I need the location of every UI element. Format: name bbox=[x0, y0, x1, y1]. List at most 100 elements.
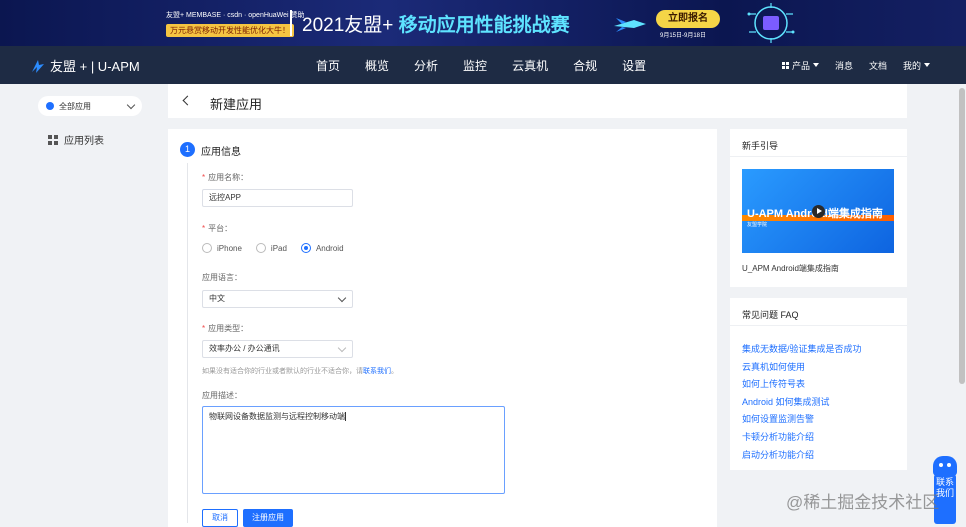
nav-compliance[interactable]: 合规 bbox=[561, 46, 609, 84]
mine-menu[interactable]: 我的 bbox=[903, 59, 931, 72]
divider bbox=[730, 325, 907, 326]
products-label: 产品 bbox=[792, 60, 811, 71]
faq-card: 常见问题 FAQ 集成无数据/验证集成是否成功 云真机如何使用 如何上传符号表 … bbox=[730, 298, 907, 470]
sidebar-item-app-list[interactable]: 应用列表 bbox=[48, 132, 104, 147]
platform-label: * 平台： bbox=[202, 224, 233, 233]
brand[interactable]: 友盟 + | U-APM bbox=[30, 56, 140, 75]
app-grid-icon bbox=[48, 134, 58, 145]
description-label: 应用描述： bbox=[202, 391, 242, 400]
app-name-input[interactable]: 远控APP bbox=[202, 189, 353, 207]
app-type-label: * 应用类型： bbox=[202, 324, 249, 333]
caret-down-icon bbox=[813, 63, 820, 67]
chevron-down-icon bbox=[337, 293, 347, 303]
app-info-form: 1 应用信息 * 应用名称： 远控APP * 平台： iPhone iPad And… bbox=[168, 129, 717, 527]
radio-label: Android bbox=[315, 243, 344, 253]
guide-video-thumbnail[interactable]: U-APM Android端集成指南 友盟学院 bbox=[742, 169, 894, 253]
chevron-down-icon bbox=[126, 100, 136, 109]
description-textarea[interactable]: 物联网设备数据监测与远程控制移动端 bbox=[202, 406, 505, 494]
app-name-label: * 应用名称： bbox=[202, 173, 249, 182]
contact-us-link[interactable]: 联系我们 bbox=[363, 368, 391, 375]
scrollbar-thumb[interactable] bbox=[959, 88, 965, 384]
guide-title: 新手引导 bbox=[742, 141, 779, 151]
faq-link[interactable]: 启动分析功能介绍 bbox=[742, 447, 862, 465]
mine-label: 我的 bbox=[903, 60, 922, 71]
promo-banner[interactable]: 友盟+ MEMBASE · csdn · openHuaWei 赞助 万元悬赏移… bbox=[0, 0, 966, 46]
radio-circle bbox=[255, 243, 266, 253]
faq-link[interactable]: 集成无数据/验证集成是否成功 bbox=[742, 341, 862, 359]
faq-link[interactable]: 如何上传符号表 bbox=[742, 376, 862, 394]
robot-eye bbox=[947, 463, 951, 467]
docs-link[interactable]: 文档 bbox=[869, 59, 887, 72]
page-title: 新建应用 bbox=[210, 97, 263, 112]
play-icon[interactable] bbox=[812, 205, 825, 218]
step-number: 1 bbox=[180, 142, 195, 157]
products-menu[interactable]: 产品 bbox=[782, 59, 820, 72]
sidebar: 全部应用 应用列表 bbox=[0, 84, 156, 527]
video-subtitle: 友盟学院 bbox=[747, 222, 768, 228]
banner-date: 9月15日-9月18日 bbox=[660, 33, 707, 39]
faq-title: 常见问题 FAQ bbox=[742, 310, 799, 320]
register-app-button[interactable]: 注册应用 bbox=[243, 509, 293, 527]
brand-name: 友盟 + | U-APM bbox=[50, 59, 140, 74]
top-navigation: 友盟 + | U-APM 首页 概览 分析 监控 云真机 合规 设置 产品 消息… bbox=[0, 46, 966, 84]
circuit-brain-icon bbox=[747, 3, 795, 43]
required-mark: * bbox=[202, 224, 206, 233]
platform-radio-group: iPhone iPad Android bbox=[202, 243, 344, 253]
nav-analysis[interactable]: 分析 bbox=[402, 46, 450, 84]
chevron-down-icon bbox=[337, 343, 347, 353]
banner-sponsor-logos: 友盟+ MEMBASE · csdn · openHuaWei 赞助 bbox=[166, 12, 305, 19]
rocket-icon bbox=[614, 18, 646, 32]
step-title: 应用信息 bbox=[201, 147, 241, 158]
radio-label: iPad bbox=[270, 243, 287, 253]
nav-right: 产品 消息 文档 我的 bbox=[782, 46, 946, 84]
divider bbox=[730, 156, 907, 157]
nav-monitor[interactable]: 监控 bbox=[451, 46, 499, 84]
required-mark: * bbox=[202, 324, 206, 333]
sidebar-item-label: 应用列表 bbox=[64, 136, 104, 147]
faq-link[interactable]: 卡顿分析功能介绍 bbox=[742, 429, 862, 447]
back-arrow-icon[interactable] bbox=[182, 95, 193, 106]
page-header: 新建应用 bbox=[168, 84, 907, 118]
app-selector[interactable]: 全部应用 bbox=[38, 96, 142, 116]
main-nav: 首页 概览 分析 监控 云真机 合规 设置 bbox=[304, 46, 659, 84]
description-text: 物联网设备数据监测与远程控制移动端 bbox=[209, 412, 345, 421]
required-mark: * bbox=[202, 173, 206, 182]
grid-icon bbox=[782, 61, 789, 69]
industry-hint: 如果没有适合你的行业或者默认的行业不适合你，请联系我们。 bbox=[202, 368, 398, 375]
app-dot-icon bbox=[46, 102, 54, 110]
platform-radio-android[interactable]: Android bbox=[300, 243, 344, 253]
platform-radio-ipad[interactable]: iPad bbox=[255, 243, 287, 253]
faq-link[interactable]: 云真机如何使用 bbox=[742, 359, 862, 377]
banner-title: 2021友盟+ 移动应用性能挑战赛 bbox=[302, 15, 570, 36]
nav-overview[interactable]: 概览 bbox=[353, 46, 401, 84]
app-type-select[interactable]: 效率办公 / 办公通讯 bbox=[202, 340, 353, 358]
banner-tagline: 万元悬赏移动开发性能优化大牛！ bbox=[166, 24, 294, 37]
app-selector-value: 全部应用 bbox=[59, 101, 91, 111]
radio-circle bbox=[202, 243, 212, 253]
robot-eye bbox=[939, 463, 943, 467]
umeng-logo-icon bbox=[32, 59, 44, 73]
radio-label: iPhone bbox=[217, 243, 242, 253]
banner-divider bbox=[290, 10, 292, 36]
faq-list: 集成无数据/验证集成是否成功 云真机如何使用 如何上传符号表 Android 如… bbox=[742, 341, 862, 464]
robot-icon bbox=[933, 456, 957, 476]
language-select-value: 中文 bbox=[209, 294, 225, 303]
nav-cloud-device[interactable]: 云真机 bbox=[500, 46, 560, 84]
platform-radio-iphone[interactable]: iPhone bbox=[202, 243, 242, 253]
radio-circle bbox=[300, 243, 311, 253]
nav-settings[interactable]: 设置 bbox=[610, 46, 658, 84]
caret-down-icon bbox=[924, 63, 931, 67]
app-type-select-value: 效率办公 / 办公通讯 bbox=[209, 344, 280, 353]
text-cursor bbox=[345, 412, 346, 422]
cancel-button[interactable]: 取消 bbox=[202, 509, 238, 527]
beginner-guide-card: 新手引导 U-APM Android端集成指南 友盟学院 U_APM Andro… bbox=[730, 129, 907, 287]
faq-link[interactable]: 如何设置监测告警 bbox=[742, 411, 862, 429]
messages-link[interactable]: 消息 bbox=[835, 59, 853, 72]
video-caption[interactable]: U_APM Android端集成指南 bbox=[742, 263, 839, 274]
step-line bbox=[187, 163, 188, 523]
language-select[interactable]: 中文 bbox=[202, 290, 353, 308]
faq-link[interactable]: Android 如何集成测试 bbox=[742, 394, 862, 412]
nav-home[interactable]: 首页 bbox=[304, 46, 352, 84]
register-now-button[interactable]: 立即报名 bbox=[656, 10, 720, 28]
watermark: @稀土掘金技术社区 bbox=[786, 493, 940, 512]
